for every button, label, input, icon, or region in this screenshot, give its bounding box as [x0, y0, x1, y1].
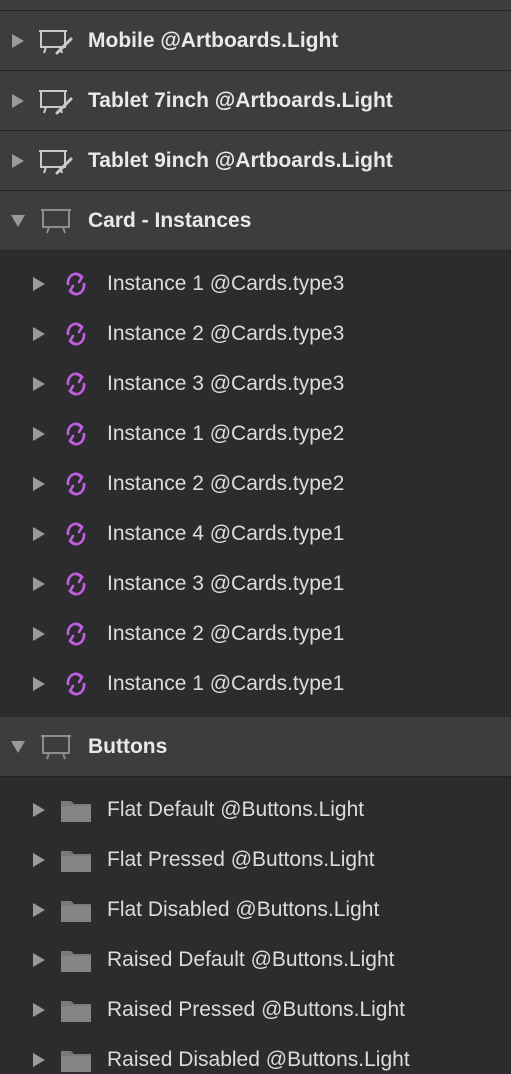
layer-label: Raised Disabled @Buttons.Light — [107, 1048, 410, 1071]
artboard-children: Flat Default @Buttons.Light Flat Pressed … — [0, 777, 511, 1074]
disclosure-collapsed-icon[interactable] — [10, 93, 26, 109]
layer-tree: Mobile @Artboards.Light Tablet 7inch @Art… — [0, 11, 511, 1074]
layer-label: Instance 1 @Cards.type2 — [107, 422, 345, 445]
layer-label: Instance 3 @Cards.type1 — [107, 572, 345, 595]
disclosure-collapsed-icon[interactable] — [31, 376, 47, 392]
symbol-instance-icon — [60, 419, 92, 449]
artboard-row[interactable]: Tablet 9inch @Artboards.Light — [0, 131, 511, 191]
symbol-instance-icon — [60, 369, 92, 399]
layer-label: Instance 2 @Cards.type2 — [107, 472, 345, 495]
layer-row[interactable]: Instance 2 @Cards.type1 — [0, 609, 511, 659]
symbol-instance-icon — [60, 269, 92, 299]
folder-icon — [60, 845, 92, 875]
disclosure-collapsed-icon[interactable] — [31, 526, 47, 542]
layer-row[interactable]: Flat Disabled @Buttons.Light — [0, 885, 511, 935]
symbol-instance-icon — [60, 569, 92, 599]
disclosure-collapsed-icon[interactable] — [31, 576, 47, 592]
folder-icon — [60, 995, 92, 1025]
symbol-instance-icon — [60, 619, 92, 649]
symbol-instance-icon — [60, 519, 92, 549]
artboard-row[interactable]: Buttons — [0, 717, 511, 777]
artboard-label: Mobile @Artboards.Light — [88, 28, 339, 52]
artboard-row[interactable]: Tablet 7inch @Artboards.Light — [0, 71, 511, 131]
layer-row[interactable]: Raised Default @Buttons.Light — [0, 935, 511, 985]
artboard-row[interactable]: Card - Instances — [0, 191, 511, 251]
layer-row[interactable]: Raised Disabled @Buttons.Light — [0, 1035, 511, 1074]
symbol-instance-icon — [60, 319, 92, 349]
symbol-instance-icon — [60, 469, 92, 499]
artboard-row[interactable]: Mobile @Artboards.Light — [0, 11, 511, 71]
disclosure-expanded-icon[interactable] — [10, 213, 26, 229]
layer-row[interactable]: Instance 3 @Cards.type1 — [0, 559, 511, 609]
layer-row[interactable]: Instance 1 @Cards.type2 — [0, 409, 511, 459]
layer-label: Instance 3 @Cards.type3 — [107, 372, 345, 395]
artboard-label: Tablet 9inch @Artboards.Light — [88, 148, 393, 172]
layer-label: Flat Pressed @Buttons.Light — [107, 848, 375, 871]
layer-label: Instance 2 @Cards.type3 — [107, 322, 345, 345]
disclosure-collapsed-icon[interactable] — [10, 153, 26, 169]
artboard-label: Card - Instances — [88, 208, 252, 232]
disclosure-collapsed-icon[interactable] — [31, 626, 47, 642]
artboard-edit-icon — [38, 86, 74, 116]
layer-row[interactable]: Instance 3 @Cards.type3 — [0, 359, 511, 409]
artboard-icon — [38, 732, 74, 762]
layer-label: Instance 1 @Cards.type1 — [107, 672, 345, 695]
layer-row[interactable]: Instance 2 @Cards.type2 — [0, 459, 511, 509]
layer-label: Raised Default @Buttons.Light — [107, 948, 395, 971]
disclosure-collapsed-icon[interactable] — [31, 276, 47, 292]
layers-panel: Mobile @Artboards.Light Tablet 7inch @Art… — [0, 0, 511, 1074]
layer-label: Raised Pressed @Buttons.Light — [107, 998, 405, 1021]
disclosure-collapsed-icon[interactable] — [31, 476, 47, 492]
symbol-instance-icon — [60, 669, 92, 699]
layer-label: Instance 2 @Cards.type1 — [107, 622, 345, 645]
disclosure-expanded-icon[interactable] — [10, 739, 26, 755]
artboard-label: Buttons — [88, 734, 168, 758]
layer-row[interactable]: Instance 1 @Cards.type3 — [0, 259, 511, 309]
layer-row[interactable]: Instance 4 @Cards.type1 — [0, 509, 511, 559]
artboard-icon — [38, 206, 74, 236]
disclosure-collapsed-icon[interactable] — [31, 952, 47, 968]
disclosure-collapsed-icon[interactable] — [31, 326, 47, 342]
layer-row[interactable]: Instance 2 @Cards.type3 — [0, 309, 511, 359]
disclosure-collapsed-icon[interactable] — [31, 1002, 47, 1018]
layer-label: Flat Disabled @Buttons.Light — [107, 898, 380, 921]
artboard-label: Tablet 7inch @Artboards.Light — [88, 88, 393, 112]
disclosure-collapsed-icon[interactable] — [31, 802, 47, 818]
layer-row[interactable]: Flat Default @Buttons.Light — [0, 785, 511, 835]
artboard-edit-icon — [38, 146, 74, 176]
folder-icon — [60, 1045, 92, 1074]
layer-row[interactable]: Instance 1 @Cards.type1 — [0, 659, 511, 709]
disclosure-collapsed-icon[interactable] — [31, 852, 47, 868]
layer-row[interactable]: Flat Pressed @Buttons.Light — [0, 835, 511, 885]
disclosure-collapsed-icon[interactable] — [31, 1052, 47, 1068]
panel-top-edge — [0, 0, 511, 11]
disclosure-collapsed-icon[interactable] — [31, 426, 47, 442]
folder-icon — [60, 945, 92, 975]
layer-label: Flat Default @Buttons.Light — [107, 798, 365, 821]
disclosure-collapsed-icon[interactable] — [31, 676, 47, 692]
layer-row[interactable]: Raised Pressed @Buttons.Light — [0, 985, 511, 1035]
layer-label: Instance 4 @Cards.type1 — [107, 522, 345, 545]
folder-icon — [60, 795, 92, 825]
disclosure-collapsed-icon[interactable] — [10, 33, 26, 49]
layer-label: Instance 1 @Cards.type3 — [107, 272, 345, 295]
disclosure-collapsed-icon[interactable] — [31, 902, 47, 918]
artboard-edit-icon — [38, 26, 74, 56]
artboard-children: Instance 1 @Cards.type3 Instance 2 @Cards… — [0, 251, 511, 717]
folder-icon — [60, 895, 92, 925]
